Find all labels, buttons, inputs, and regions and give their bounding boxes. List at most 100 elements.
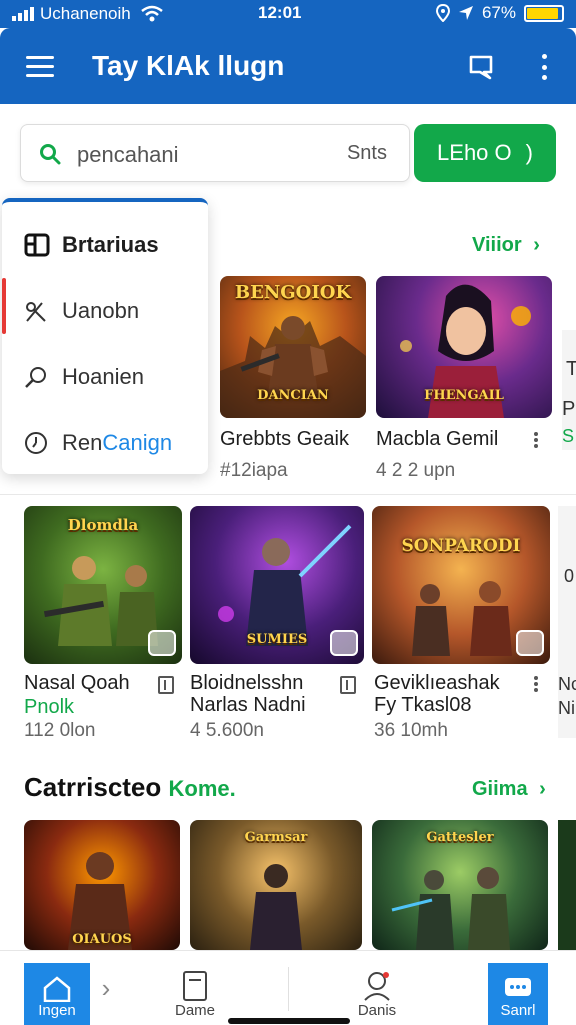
game-title[interactable]: Macbla Gemil <box>376 428 498 451</box>
game-title[interactable]: Geviklıeashak <box>374 672 500 695</box>
section-more-label: Giima <box>472 778 528 800</box>
search-box[interactable]: pencahani Snts <box>20 124 410 182</box>
navigation-icon <box>458 6 473 20</box>
game-subtitle: #12iapa <box>220 460 288 481</box>
game-title-line2: Narlas Nadni <box>190 694 306 716</box>
wifi-icon <box>140 5 163 22</box>
game-art <box>68 852 132 950</box>
media-badge-icon <box>330 630 358 656</box>
nav-item-danis[interactable]: Danis <box>350 951 404 1025</box>
game-art-title: OIAUOS <box>72 932 132 947</box>
more-options-icon[interactable] <box>534 432 538 448</box>
drawer-item-rencanign[interactable]: RenCanign <box>24 430 172 456</box>
search-suffix: Snts <box>346 142 387 164</box>
drawer-item-label: RenCanign <box>62 430 172 456</box>
chevron-right-icon: › <box>533 234 540 256</box>
more-icon[interactable] <box>540 54 548 80</box>
peek-text: P <box>562 398 576 420</box>
document-icon <box>183 971 207 1001</box>
grid-icon <box>24 233 50 257</box>
game-art-title: Dlomdla <box>67 516 139 534</box>
label-prefix: Ren <box>62 430 103 455</box>
status-time: 12:01 <box>258 3 302 22</box>
active-indicator <box>2 278 6 334</box>
menu-icon[interactable] <box>26 56 54 78</box>
game-tag: Pnolk <box>24 696 75 718</box>
section-more-link[interactable]: Giima › <box>472 778 546 801</box>
drawer-item-label: Hoanien <box>62 364 144 389</box>
primary-action-button[interactable]: LEho O ) <box>414 124 556 182</box>
game-tile-5[interactable]: SONPARODI <box>372 506 550 664</box>
chevron-right-icon[interactable]: › <box>96 951 116 1025</box>
game-title[interactable]: Bloidnelsshn <box>190 672 303 695</box>
search-loupe-icon <box>25 367 46 388</box>
media-badge-icon <box>516 630 544 656</box>
primary-action-label: LEho O <box>437 140 512 165</box>
game-subtitle: 4 2 2 upn <box>376 460 456 481</box>
search-input[interactable]: pencahani <box>77 142 179 168</box>
battery-percent: 67% <box>481 3 516 22</box>
game-art-title: Garmsar <box>244 830 308 845</box>
next-card-peek <box>558 820 576 950</box>
game-tile-2[interactable]: FHENGAIL <box>376 276 552 418</box>
peek-text: Nc <box>558 674 576 694</box>
game-tile-3[interactable]: Dlomdla <box>24 506 182 664</box>
section-divider <box>0 494 576 495</box>
drawer-item-label: Uanobn <box>62 298 140 323</box>
nav-divider <box>288 967 289 1011</box>
split-view-icon[interactable] <box>158 676 174 694</box>
game-tile-7[interactable]: Garmsar <box>190 820 362 950</box>
game-art-title: BENGOIOK <box>234 282 352 303</box>
nav-label: Danis <box>357 1002 397 1019</box>
battery-fill <box>527 7 558 19</box>
section-title: Catrriscteo Kome. <box>24 772 236 803</box>
drawer-title: Brtariuas <box>62 232 159 257</box>
nav-item-dame[interactable]: Dame <box>170 951 220 1025</box>
game-subtitle: 4 5.600n <box>190 720 264 741</box>
more-options-icon[interactable] <box>534 676 538 692</box>
nav-item-sanrl[interactable]: Sanrl <box>488 963 548 1025</box>
game-art-caption: DANCIAN <box>257 388 329 403</box>
game-title-line2: Fy Tkasl08 <box>374 694 472 716</box>
chevron-right-icon: › <box>539 778 546 800</box>
search-icon <box>40 144 61 165</box>
nav-label: Dame <box>174 1002 215 1019</box>
game-tile-4[interactable]: SUMIES <box>190 506 364 664</box>
game-art-title: SONPARODI <box>401 536 521 556</box>
label-highlight: Canign <box>102 430 173 455</box>
nav-label: Sanrl <box>500 1002 536 1019</box>
game-title[interactable]: Nasal Qoah <box>24 672 130 695</box>
drawer-header: Brtariuas <box>24 232 159 258</box>
profile-icon <box>364 972 390 1001</box>
bottom-navigation: Ingen › Dame Danis Sanrl <box>0 950 576 1025</box>
chat-icon[interactable] <box>468 54 494 80</box>
location-icon <box>435 4 450 22</box>
media-badge-icon <box>148 630 176 656</box>
row1-more-label: Viiior <box>472 234 522 256</box>
battery-icon <box>524 4 564 22</box>
peek-text: S <box>562 426 575 446</box>
side-drawer: Brtariuas Uanobn Hoanien RenCanign <box>2 198 208 474</box>
scissors-icon <box>26 302 46 322</box>
app-bar: Tay KlAk llugn <box>0 28 576 104</box>
game-title[interactable]: Grebbts Geaik <box>220 428 349 451</box>
chat-bubble-icon <box>505 978 531 996</box>
split-view-icon[interactable] <box>340 676 356 694</box>
game-tile-6[interactable]: OIAUOS <box>24 820 180 950</box>
peek-text: Ni <box>558 698 575 718</box>
row1-more-link[interactable]: Viiior › <box>472 234 540 257</box>
game-tile-1[interactable]: BENGOIOK DANCIAN <box>220 276 366 418</box>
home-indicator <box>228 1018 350 1024</box>
game-tile-8[interactable]: Gattesler <box>372 820 548 950</box>
nav-item-home[interactable]: Ingen <box>24 963 90 1025</box>
peek-text: 0 <box>564 566 575 586</box>
signal-icon <box>12 7 34 21</box>
chevron-right-icon: ) <box>525 140 533 165</box>
nav-label: Ingen <box>38 1002 76 1019</box>
drawer-item-hoanien[interactable]: Hoanien <box>24 364 144 390</box>
drawer-item-uanobn[interactable]: Uanobn <box>24 298 139 324</box>
section-title-accent: Kome. <box>168 776 236 801</box>
game-subtitle: 112 0lon <box>24 720 96 741</box>
nav-chevron: › <box>101 972 111 1003</box>
clock-icon <box>25 432 47 454</box>
